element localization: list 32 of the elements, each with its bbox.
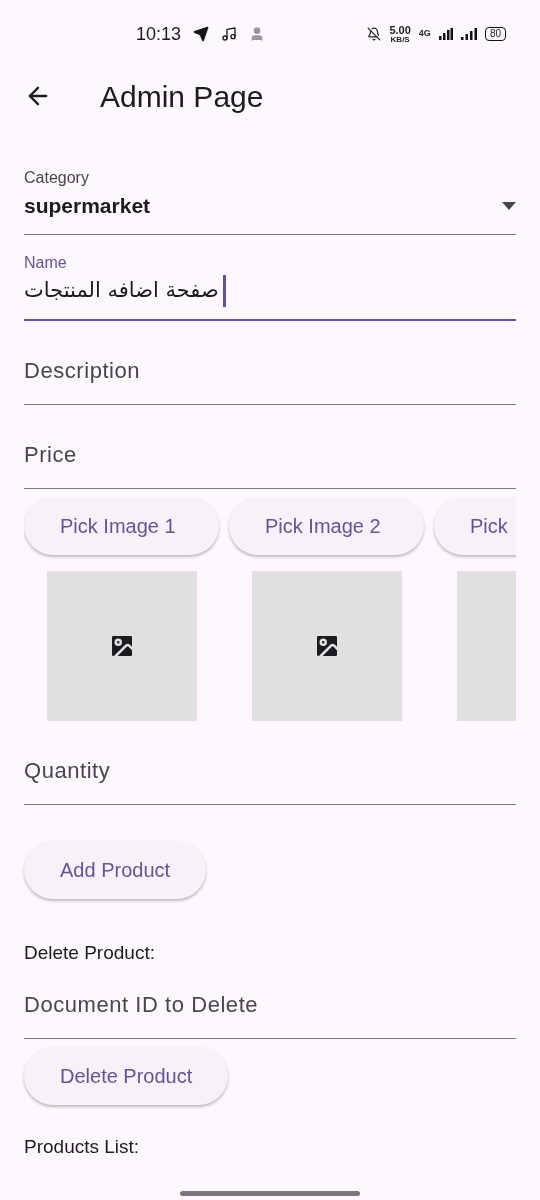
bell-off-icon (367, 27, 382, 41)
network-speed: 5.00 KB/S (389, 24, 411, 44)
field-placeholder: Quantity (24, 756, 111, 785)
delete-product-button[interactable]: Delete Product (24, 1047, 229, 1105)
field-placeholder: Description (24, 356, 141, 385)
text-field[interactable]: Description (24, 336, 516, 405)
field-value: صفحة اضافه المنتجات (24, 276, 219, 304)
dropdown-value: supermarket (24, 193, 151, 219)
pick-image-button[interactable]: Pick Image 2 (229, 496, 424, 555)
send-icon (193, 26, 210, 42)
battery-indicator: 80 (484, 27, 506, 41)
clock-time: 10:13 (136, 22, 182, 46)
music-note-icon (221, 26, 238, 42)
signal-icon (460, 28, 477, 40)
dropdown-arrow-icon (502, 201, 516, 210)
pick-image-button[interactable]: Pick (434, 496, 516, 555)
text-cursor (222, 274, 226, 307)
text-field[interactable]: Quantity (24, 736, 516, 805)
section-heading: Products List: (24, 1135, 141, 1159)
text-field[interactable]: Price (24, 420, 516, 489)
field-label: Category (24, 168, 90, 188)
category-dropdown[interactable]: Category supermarket (24, 158, 516, 235)
text-field[interactable]: Document ID to Delete (24, 971, 516, 1039)
page-title: Admin Page (100, 78, 264, 115)
field-placeholder: Document ID to Delete (24, 991, 259, 1019)
network-type: 4G (418, 27, 431, 41)
signal-icon (438, 28, 453, 40)
field-placeholder: Price (24, 440, 77, 469)
section-heading: Delete Product: (24, 940, 156, 965)
pick-image-button[interactable]: Pick Image 1 (24, 496, 219, 555)
add-product-button[interactable]: Add Product (24, 840, 207, 899)
field-label: Name (24, 252, 68, 273)
